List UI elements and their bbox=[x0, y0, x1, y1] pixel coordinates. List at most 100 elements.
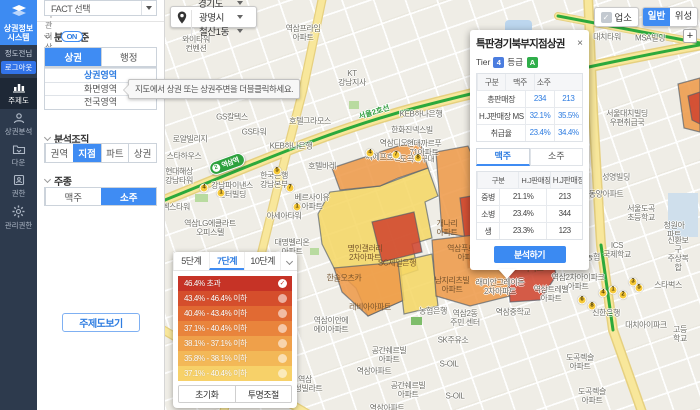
legend-radio[interactable]: ✓ bbox=[278, 294, 287, 303]
summary-row: 총판매장 234 213 bbox=[477, 90, 582, 107]
legend-range-row[interactable]: 38.1% - 37.1% 이하 ✓ bbox=[178, 336, 292, 351]
map-mode-switch: 일반 위성 bbox=[642, 7, 698, 27]
legend-radio[interactable]: ✓ bbox=[278, 354, 287, 363]
legend-radio[interactable]: ✓ bbox=[278, 339, 287, 348]
legend-range-row[interactable]: 43.4% - 46.4% 이하 ✓ bbox=[178, 291, 292, 306]
liquor-button[interactable]: 맥주 bbox=[45, 188, 101, 205]
park-area bbox=[411, 317, 422, 325]
opacity-button[interactable]: 투명조절 bbox=[235, 386, 292, 402]
detail-row: 소병 23.4% 344 bbox=[477, 205, 582, 222]
liquor-detail-tab[interactable]: 맥주 bbox=[476, 148, 530, 166]
chevron-down-icon bbox=[285, 257, 292, 264]
region-select-bar: 경기도 광명시 철산1동 bbox=[170, 6, 257, 28]
app-logo[interactable]: 상권정보 시스템 bbox=[0, 0, 37, 45]
legend-range-row[interactable]: 37.1% - 40.4% 이하 ✓ bbox=[178, 366, 292, 381]
legend-range-row[interactable]: 40.4% - 43.4% 이하 ✓ bbox=[178, 306, 292, 321]
legend-step-tab[interactable]: 7단계 bbox=[209, 252, 245, 270]
summary-row: H.J판매장 MS 32.1% 35.5% bbox=[477, 107, 582, 124]
region-dropdown[interactable]: 광명시 bbox=[191, 10, 250, 24]
district-title: 특판경기북부지점상권 bbox=[476, 36, 565, 51]
grade-badge: A bbox=[527, 57, 538, 68]
sidebar-item-label: 다운 bbox=[12, 157, 26, 168]
detail-header-cell: 구분 bbox=[477, 172, 518, 188]
org-button[interactable]: 권역 bbox=[45, 144, 73, 162]
park-area bbox=[310, 248, 319, 255]
legend-panel: 5단계 7단계 10단계 46.4% 초과 ✓ 43.4% - 46.4% 이하… bbox=[173, 252, 297, 408]
detail-row: 생 23.3% 123 bbox=[477, 222, 582, 239]
map-mode-button[interactable]: 위성 bbox=[670, 8, 697, 26]
zoom-in-button[interactable]: + bbox=[683, 29, 697, 43]
org-button[interactable]: 상권 bbox=[128, 144, 156, 162]
person-pin-icon bbox=[12, 112, 26, 124]
sidebar-item-permission[interactable]: 권한 bbox=[0, 171, 37, 202]
legend-step-tab[interactable]: 10단계 bbox=[244, 252, 280, 270]
map-type-controls: ✓ 업소 일반 위성 bbox=[594, 7, 698, 27]
legend-range-row[interactable]: 35.8% - 38.1% 이하 ✓ bbox=[178, 351, 292, 366]
detail-row: 중병 21.1% 213 bbox=[477, 188, 582, 205]
location-pin-icon bbox=[177, 11, 187, 24]
tier-grade-row: Tier 4 등급 A bbox=[476, 56, 583, 68]
permission-icon bbox=[12, 174, 26, 186]
sidebar-item-admin[interactable]: 관리권한 bbox=[0, 202, 37, 233]
org-button[interactable]: 파트 bbox=[101, 144, 129, 162]
logout-button[interactable]: 로그아웃 bbox=[1, 61, 37, 74]
sidebar-item-label: 상권분석 bbox=[5, 126, 33, 137]
legend-radio[interactable]: ✓ bbox=[278, 369, 287, 378]
legend-actions: 초기화 투명조절 bbox=[178, 385, 292, 403]
sidebar-item-download[interactable]: 다운 bbox=[0, 140, 37, 171]
legend-radio[interactable]: ✓ bbox=[278, 309, 287, 318]
section-liquor[interactable]: 주종 bbox=[45, 173, 71, 188]
legend-step-tab[interactable]: 5단계 bbox=[173, 252, 209, 270]
region-dropdown[interactable]: 철산1동 bbox=[191, 24, 250, 38]
detail-header-cell: H.J판매장 bbox=[550, 172, 582, 188]
chevron-down-icon bbox=[237, 15, 243, 19]
standard-tab[interactable]: 행정 bbox=[101, 48, 157, 66]
summary-header-cell: 맥주 bbox=[505, 74, 533, 90]
school-ground bbox=[668, 193, 698, 237]
analyze-button[interactable]: 분석하기 bbox=[494, 246, 566, 263]
standard-tab[interactable]: 상권 bbox=[45, 48, 101, 66]
sidebar-item-label: 관리권한 bbox=[5, 220, 33, 231]
on-toggle-pill[interactable]: ON bbox=[61, 31, 83, 42]
sidebar-item-thememap[interactable]: 주제도 bbox=[0, 78, 37, 109]
business-toggle-button[interactable]: ✓ 업소 bbox=[594, 7, 639, 27]
layers-icon bbox=[11, 5, 27, 17]
summary-header-cell: 소주 bbox=[534, 74, 553, 90]
select-dropdown[interactable]: FACT 선택 bbox=[44, 0, 157, 16]
liquor-detail-tabs: 맥주 소주 bbox=[476, 148, 583, 166]
map-mode-button[interactable]: 일반 bbox=[643, 8, 670, 26]
username: 정도전님 bbox=[0, 48, 37, 59]
legend-range-row[interactable]: 37.1% - 40.4% 이하 ✓ bbox=[178, 321, 292, 336]
chart-icon bbox=[12, 81, 26, 93]
liquor-button[interactable]: 소주 bbox=[101, 188, 157, 205]
chevron-down-icon bbox=[237, 29, 243, 33]
filter-panel: 기준월 2018년 03월 분석기준 미관리상권 ON 상권 행정 상권영역 화… bbox=[37, 0, 165, 410]
app-title: 상권정보 시스템 bbox=[1, 24, 36, 42]
legend-radio[interactable]: ✓ bbox=[278, 279, 287, 288]
close-icon[interactable]: × bbox=[577, 39, 583, 49]
legend-radio[interactable]: ✓ bbox=[278, 324, 287, 333]
legend-collapse-button[interactable] bbox=[280, 252, 297, 270]
summary-header-cell: 구분 bbox=[477, 74, 505, 90]
section-analysis-standard[interactable]: 분석기준 미관리상권 ON bbox=[45, 29, 89, 44]
checkbox-icon[interactable]: ✓ bbox=[601, 12, 612, 23]
legend-tabs: 5단계 7단계 10단계 bbox=[173, 252, 297, 271]
tier-badge: 4 bbox=[493, 57, 504, 68]
summary-table: 구분 맥주 소주 총판매장 234 213 H.J판매장 MS 32.1% 35… bbox=[476, 73, 583, 142]
liquor-detail-tab[interactable]: 소주 bbox=[530, 148, 584, 166]
org-button[interactable]: 지점 bbox=[73, 144, 101, 162]
detail-table: 구분 H.J판매장MS H.J판매장 중병 21.1% 213 소병 23.4%… bbox=[476, 171, 583, 240]
download-folder-icon bbox=[12, 143, 26, 155]
chevron-down-icon bbox=[237, 1, 243, 5]
map-hint-tooltip: 지도에서 상권 또는 상권주변을 더블클릭하세요. bbox=[128, 79, 300, 99]
legend-range-row[interactable]: 46.4% 초과 ✓ bbox=[178, 276, 292, 291]
sidebar-item-analysis[interactable]: 상권분석 bbox=[0, 109, 37, 140]
app-sidebar: 상권정보 시스템 정도전님 로그아웃 주제도 상권분석 다운 bbox=[0, 0, 37, 410]
summary-row: 취급율 23.4% 34.4% bbox=[477, 124, 582, 141]
liquor-buttons: 맥주 소주 bbox=[44, 187, 157, 206]
detail-header-cell: H.J판매장MS bbox=[518, 172, 549, 188]
chevron-down-icon bbox=[44, 133, 51, 140]
reset-button[interactable]: 초기화 bbox=[179, 386, 235, 402]
view-thememap-button[interactable]: 주제도보기 bbox=[62, 313, 140, 332]
region-dropdown[interactable]: 경기도 bbox=[191, 0, 250, 10]
